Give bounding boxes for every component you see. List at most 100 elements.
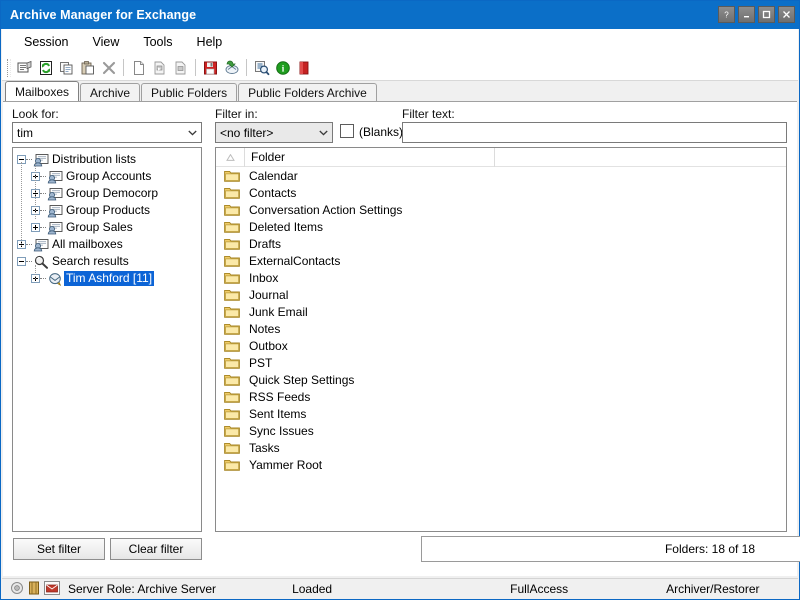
clear-filter-button[interactable]: Clear filter [110,538,202,560]
filter-in-label: Filter in: [215,107,258,121]
folder-row[interactable]: Inbox [216,269,786,286]
tree-node[interactable]: Group Accounts [13,168,201,185]
folder-list-view[interactable]: Folder CalendarContactsConversation Acti… [215,147,787,532]
mailbox-status-icon [44,581,60,598]
folder-row[interactable]: Drafts [216,235,786,252]
blanks-checkbox[interactable] [340,124,354,138]
group-icon [47,204,63,218]
search-icon[interactable] [251,57,272,78]
tree-node[interactable]: Tim Ashford [11] [13,270,201,287]
folder-row[interactable]: Junk Email [216,303,786,320]
mailbox-tree[interactable]: Distribution listsGroup AccountsGroup De… [12,147,202,532]
maximize-button[interactable] [758,6,775,23]
window-title: Archive Manager for Exchange [10,8,196,22]
toolbar-grip[interactable] [7,59,11,77]
folder-icon [224,373,246,386]
minimize-button[interactable] [738,6,755,23]
chevron-down-icon[interactable] [184,130,201,136]
sort-indicator-column-header[interactable] [216,148,245,167]
folder-icon [224,271,246,284]
tree-node[interactable]: All mailboxes [13,236,201,253]
tab-public-folders-archive[interactable]: Public Folders Archive [238,83,377,102]
tree-node[interactable]: Group Democorp [13,185,201,202]
group-icon [47,187,63,201]
look-for-input[interactable]: tim [13,126,184,140]
status-icons [2,581,60,598]
look-for-combobox[interactable]: tim [12,122,202,143]
save-icon[interactable] [200,57,221,78]
folder-column-header[interactable]: Folder [245,148,495,167]
menu-item-help[interactable]: Help [185,32,235,52]
folder-row[interactable]: Notes [216,320,786,337]
info-icon[interactable]: i [272,57,293,78]
tab-mailboxes[interactable]: Mailboxes [5,81,79,102]
menu-item-tools[interactable]: Tools [131,32,184,52]
tree-node[interactable]: Search results [13,253,201,270]
chevron-down-icon[interactable] [315,130,332,136]
folder-icon [224,356,246,369]
folder-icon [224,356,240,369]
folder-row[interactable]: Quick Step Settings [216,371,786,388]
folder-row[interactable]: PST [216,354,786,371]
folder-icon [224,407,240,420]
tree-guide-line [35,265,36,279]
refresh-icon[interactable] [35,57,56,78]
folder-row-label: Junk Email [246,305,308,319]
folder-row[interactable]: Contacts [216,184,786,201]
tree-expander[interactable] [17,257,26,266]
folder-row[interactable]: ExternalContacts [216,252,786,269]
delete-icon[interactable] [98,57,119,78]
folder-row[interactable]: Calendar [216,167,786,184]
client-area: Look for: tim Distribution listsGroup Ac… [3,101,797,576]
status-load-state: Loaded [292,582,332,596]
folder-row[interactable]: Tasks [216,439,786,456]
folder-row[interactable]: Outbox [216,337,786,354]
look-for-label: Look for: [12,107,59,121]
filter-text-input[interactable] [402,122,787,143]
folder-icon [224,288,246,301]
set-filter-button[interactable]: Set filter [13,538,105,560]
tree-node[interactable]: Distribution lists [13,151,201,168]
menu-item-view[interactable]: View [80,32,131,52]
folder-row-label: PST [246,356,272,370]
shortcut-recovery-icon[interactable] [221,57,242,78]
folder-row[interactable]: Sent Items [216,405,786,422]
tree-node-label: Group Accounts [64,169,153,184]
folder-row[interactable]: RSS Feeds [216,388,786,405]
properties-icon[interactable] [14,57,35,78]
tab-archive[interactable]: Archive [80,83,140,102]
folder-row[interactable]: Conversation Action Settings [216,201,786,218]
tree-node[interactable]: Group Products [13,202,201,219]
folder-row[interactable]: Journal [216,286,786,303]
help-button[interactable]: ? [718,6,735,23]
paste-icon[interactable] [77,57,98,78]
close-button[interactable] [778,6,795,23]
folder-row-label: Calendar [246,169,298,183]
tree-node-label: Tim Ashford [11] [64,271,154,286]
folder-row[interactable]: Yammer Root [216,456,786,473]
folder-icon [224,237,240,250]
toolbar-separator [123,59,124,76]
folder-row-label: Journal [246,288,288,302]
delete-archive-icon[interactable] [293,57,314,78]
restore-item-icon[interactable] [170,57,191,78]
folder-row[interactable]: Sync Issues [216,422,786,439]
folder-icon [224,254,246,267]
menu-item-session[interactable]: Session [12,32,80,52]
filter-in-combobox[interactable]: <no filter> [215,122,333,143]
folder-row[interactable]: Deleted Items [216,218,786,235]
folder-icon [224,186,246,199]
blanks-label: (Blanks) [359,125,403,139]
status-rights: Archiver/Restorer [666,582,759,596]
copy-icon[interactable] [56,57,77,78]
folder-icon [224,441,240,454]
database-icon [28,581,40,598]
group-icon [46,170,64,184]
tree-node[interactable]: Group Sales [13,219,201,236]
new-document-icon[interactable] [128,57,149,78]
folder-icon [224,288,240,301]
archive-item-icon[interactable] [149,57,170,78]
folder-list-header: Folder [216,148,786,167]
tree-expander[interactable] [31,223,40,232]
tab-public-folders[interactable]: Public Folders [141,83,237,102]
